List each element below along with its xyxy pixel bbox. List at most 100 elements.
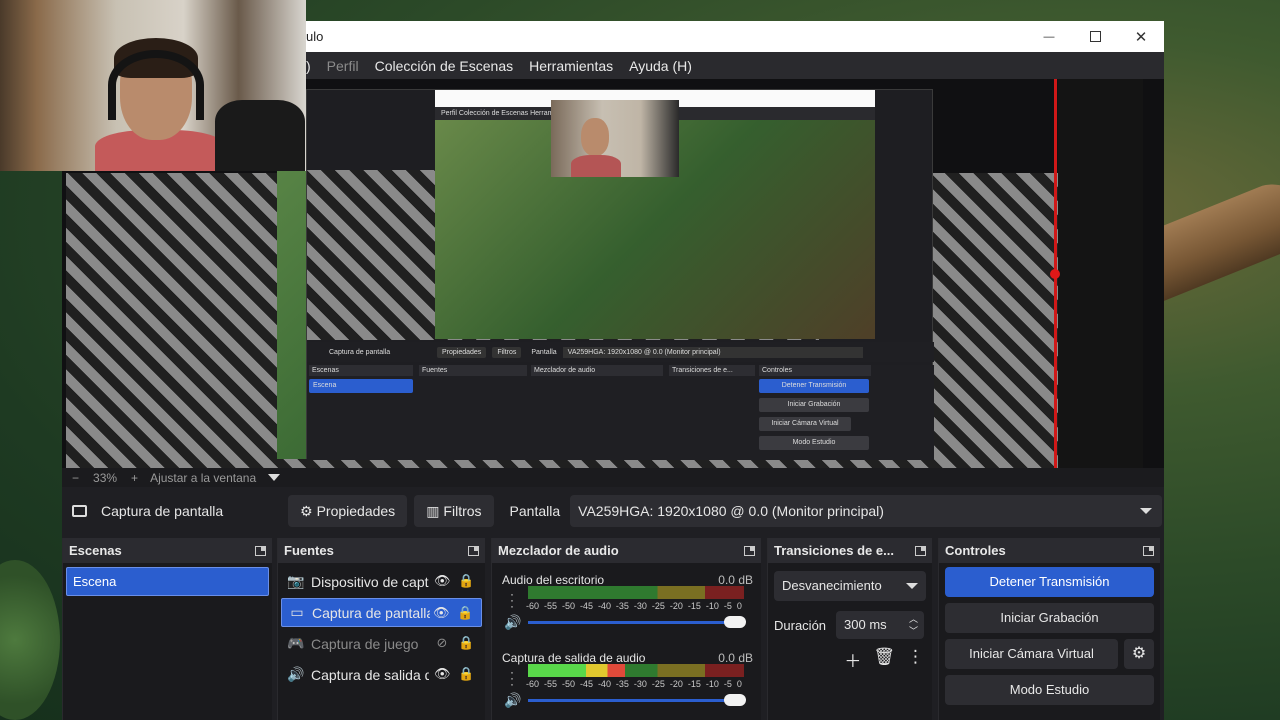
meter-tick-label: -60	[526, 601, 540, 611]
kebab-menu-icon[interactable]: ⋮	[907, 647, 924, 672]
undock-icon[interactable]	[744, 545, 755, 556]
eye-icon[interactable]: 👁	[433, 606, 450, 620]
fit-to-window-label[interactable]: Ajustar a la ventana	[150, 471, 256, 485]
meter-tick-label: -50	[561, 679, 575, 689]
eye-hidden-icon[interactable]: ⊘	[434, 636, 450, 650]
nested-webcam-shirt	[571, 155, 621, 177]
track-name: Audio del escritorio	[502, 573, 605, 587]
webcam-overlay	[0, 0, 306, 171]
source-item-capture-device[interactable]: 📷 Dispositivo de captura 👁 🔒	[281, 567, 482, 596]
source-item-game-capture[interactable]: 🎮 Captura de juego ⊘ 🔒	[281, 629, 482, 658]
start-recording-button[interactable]: Iniciar Grabación	[945, 603, 1154, 633]
audio-mixer-dock: Mezclador de audio Audio del escritorio …	[491, 538, 761, 720]
meter-tick-label: -10	[705, 679, 719, 689]
sources-dock: Fuentes 📷 Dispositivo de captura 👁 🔒 ▭ C…	[277, 538, 485, 720]
nested-props-button: Propiedades	[437, 346, 487, 358]
chevron-up-icon[interactable]: ︿	[909, 614, 918, 624]
zoom-in-button[interactable]: +	[131, 471, 138, 485]
source-name: Captura de salida de audio	[311, 666, 429, 683]
maximize-icon	[1089, 31, 1101, 42]
scenes-dock: Escenas Escena	[62, 538, 272, 720]
undock-icon[interactable]	[255, 545, 266, 556]
nested-obs-window: Perfil Colección de Escenas Herramientas…	[306, 89, 934, 460]
nested-ctx-source: Captura de pantalla	[329, 348, 391, 356]
chevron-down-icon	[1140, 508, 1153, 514]
headset-icon	[108, 50, 204, 120]
source-context-bar: Captura de pantalla ⚙ Propiedades ▥ Filt…	[62, 491, 1164, 531]
monitor-icon: ▭	[290, 604, 304, 620]
meter-level	[528, 664, 626, 677]
meter-tick-label: -55	[543, 601, 557, 611]
undock-icon[interactable]	[468, 545, 479, 556]
nested-controls-header: Controles	[759, 365, 871, 376]
lock-icon[interactable]: 🔒	[457, 606, 473, 620]
undock-icon[interactable]	[1143, 545, 1154, 556]
menu-item-tools[interactable]: Herramientas	[529, 58, 613, 74]
speaker-icon[interactable]: 🔊	[504, 692, 521, 709]
menu-item-file[interactable]: )	[306, 58, 311, 74]
stop-streaming-button[interactable]: Detener Transmisión	[945, 567, 1154, 597]
menu-item-profile[interactable]: Perfil	[327, 58, 359, 74]
transition-select[interactable]: Desvanecimiento	[774, 571, 926, 601]
sources-dock-header: Fuentes	[278, 538, 485, 563]
meter-tick-label: -25	[651, 601, 665, 611]
track-db: 0.0 dB	[718, 651, 753, 665]
undock-icon[interactable]	[915, 545, 926, 556]
kebab-menu-icon[interactable]: · · ·	[510, 666, 514, 690]
speaker-icon[interactable]: 🔊	[504, 614, 521, 631]
source-item-audio-output[interactable]: 🔊 Captura de salida de audio 👁 🔒	[281, 660, 482, 689]
mixer-track-desktop: Audio del escritorio 0.0 dB · · · -60 -55 -5…	[492, 563, 761, 641]
meter-tick-label: -15	[687, 601, 701, 611]
mixer-dock-header: Mezclador de audio	[492, 538, 761, 563]
mixer-dock-title: Mezclador de audio	[498, 543, 619, 558]
meter-tick-label: -25	[651, 679, 665, 689]
menu-item-scene-collection[interactable]: Colección de Escenas	[375, 58, 514, 74]
menu-bar: ) Perfil Colección de Escenas Herramient…	[306, 52, 1164, 79]
meter-tick-label: -60	[526, 679, 540, 689]
display-select[interactable]: VA259HGA: 1920x1080 @ 0.0 (Monitor princ…	[570, 495, 1163, 527]
display-select-value: VA259HGA: 1920x1080 @ 0.0 (Monitor princ…	[578, 503, 884, 519]
filters-button[interactable]: ▥ Filtros	[414, 495, 494, 527]
properties-label: Propiedades	[316, 503, 396, 519]
nested-studio-button: Modo Estudio	[759, 436, 869, 450]
resize-handle[interactable]	[1050, 269, 1060, 279]
lock-icon[interactable]: 🔒	[458, 636, 474, 650]
studio-mode-button[interactable]: Modo Estudio	[945, 675, 1154, 705]
scene-item[interactable]: Escena	[66, 567, 269, 596]
start-virtual-camera-button[interactable]: Iniciar Cámara Virtual	[945, 639, 1118, 669]
volume-slider[interactable]	[528, 694, 746, 706]
trash-icon[interactable]: 🗑	[873, 647, 895, 672]
meter-tick-label: -15	[687, 679, 701, 689]
close-button[interactable]: ✕	[1118, 21, 1164, 52]
lock-icon[interactable]: 🔒	[458, 574, 474, 588]
duration-spinbox[interactable]: 300 ms ︿ ﹀	[836, 611, 925, 639]
lock-icon[interactable]: 🔒	[458, 667, 474, 681]
window-titlebar[interactable]: ulo — ✕	[306, 21, 1164, 52]
menu-item-help[interactable]: Ayuda (H)	[629, 58, 692, 74]
source-name: Dispositivo de captura	[311, 573, 429, 590]
plus-icon[interactable]: ＋	[844, 647, 861, 672]
gear-icon[interactable]: ⚙	[1124, 639, 1154, 669]
meter-tick-label: -10	[705, 601, 719, 611]
nested-scenes-header: Escenas	[309, 365, 413, 376]
controls-dock-header: Controles	[939, 538, 1160, 563]
maximize-button[interactable]	[1072, 21, 1118, 52]
properties-button[interactable]: ⚙ Propiedades	[288, 495, 408, 527]
slider-handle[interactable]	[724, 616, 746, 628]
slider-handle[interactable]	[724, 694, 746, 706]
zoom-dropdown-icon[interactable]	[268, 474, 281, 481]
eye-icon[interactable]: 👁	[434, 574, 451, 588]
scenes-dock-title: Escenas	[69, 543, 122, 558]
kebab-menu-icon[interactable]: · · ·	[510, 588, 514, 612]
window-title: ulo	[306, 29, 324, 44]
source-item-screen-capture[interactable]: ▭ Captura de pantalla 👁 🔒	[281, 598, 482, 627]
nested-context-bar: Captura de pantalla Propiedades Filtros …	[307, 342, 934, 362]
monitor-icon	[72, 505, 87, 517]
minimize-icon: —	[1043, 30, 1055, 43]
minimize-button[interactable]: —	[1026, 21, 1072, 52]
eye-icon[interactable]: 👁	[434, 667, 451, 681]
chevron-down-icon[interactable]: ﹀	[909, 626, 918, 636]
nested-vcam-button: Iniciar Cámara Virtual	[759, 417, 851, 431]
volume-slider[interactable]	[528, 616, 746, 628]
zoom-out-button[interactable]: −	[72, 471, 79, 485]
